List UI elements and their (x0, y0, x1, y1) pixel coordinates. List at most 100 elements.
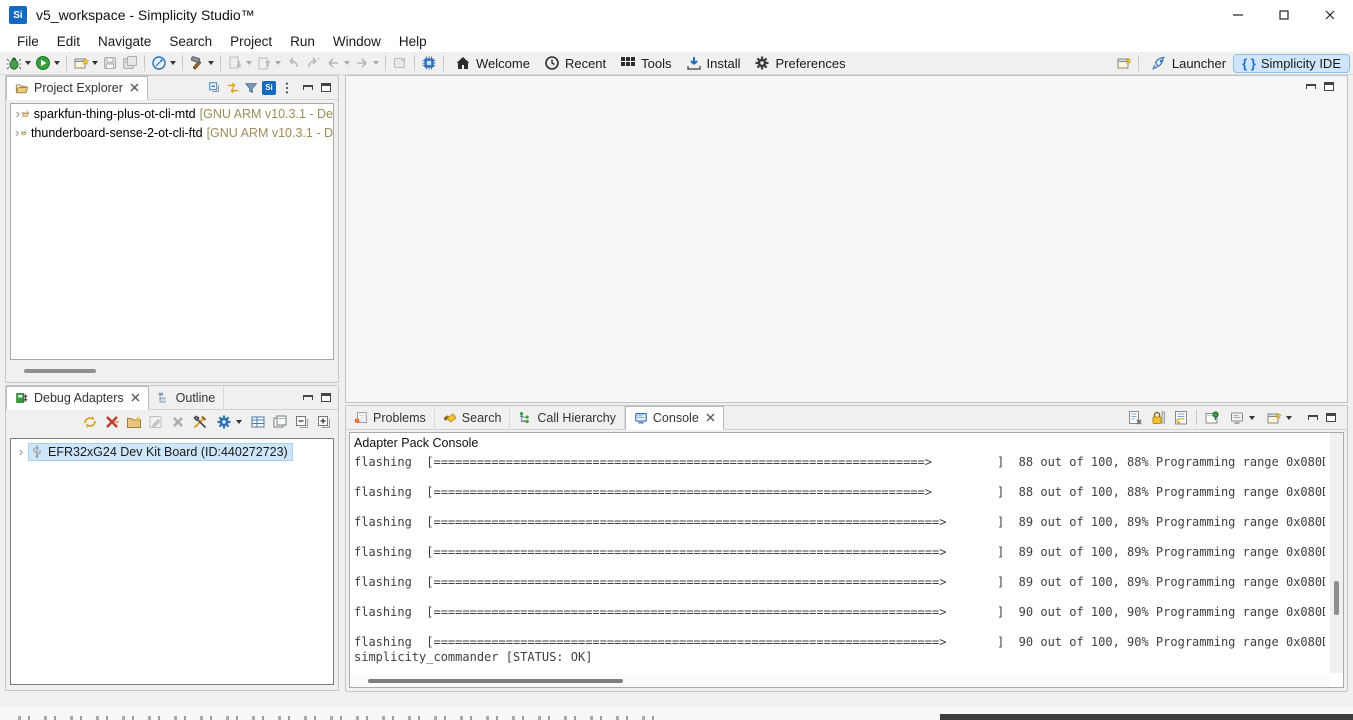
tab-project-explorer[interactable]: Project Explorer (6, 76, 148, 100)
tab-call-hierarchy[interactable]: Call Hierarchy (510, 406, 625, 430)
selected-adapter-row[interactable]: EFR32xG24 Dev Kit Board (ID:440272723) (29, 444, 292, 460)
tree-item-project[interactable]: › C thunderboard-sense-2-ot-cli-ftd [GNU… (11, 123, 333, 142)
recent-button[interactable]: Recent (537, 54, 613, 72)
dropdown-arrow-icon[interactable] (1249, 416, 1255, 420)
dropdown-arrow-icon[interactable] (275, 61, 281, 65)
maximize-editor-button[interactable] (1324, 82, 1334, 91)
run-button[interactable] (33, 54, 62, 72)
refresh-icon[interactable] (82, 414, 98, 430)
project-explorer-hscrollbar[interactable] (10, 364, 334, 378)
clear-console-icon[interactable] (1127, 410, 1143, 426)
collapse-all-button[interactable] (206, 80, 224, 96)
tab-search[interactable]: Search (435, 406, 511, 430)
new-wizard-button[interactable] (71, 54, 100, 72)
dropdown-arrow-icon[interactable] (1286, 416, 1292, 420)
menu-run[interactable]: Run (281, 32, 324, 51)
maximize-view-button[interactable] (321, 393, 331, 402)
expand-all-icon[interactable] (316, 414, 332, 430)
adapter-settings-button[interactable] (214, 413, 244, 431)
scroll-lock-icon[interactable] (1150, 410, 1166, 426)
delete-icon[interactable] (170, 414, 186, 430)
rename-icon[interactable] (148, 414, 164, 430)
dropdown-arrow-icon[interactable] (170, 61, 176, 65)
new-group-icon[interactable] (126, 414, 142, 430)
dropdown-arrow-icon[interactable] (236, 420, 242, 424)
console-hscrollbar[interactable] (350, 674, 1330, 687)
preferences-button[interactable]: Preferences (747, 54, 852, 72)
minimize-view-button[interactable] (303, 395, 313, 400)
last-edit-location-button[interactable] (225, 54, 254, 72)
dropdown-arrow-icon[interactable] (208, 61, 214, 65)
minimize-button[interactable] (1215, 0, 1261, 30)
dropdown-arrow-icon[interactable] (92, 61, 98, 65)
view-menu-button[interactable] (278, 80, 296, 96)
dropdown-arrow-icon[interactable] (25, 61, 31, 65)
dropdown-arrow-icon[interactable] (246, 61, 252, 65)
chevron-right-icon[interactable]: › (15, 125, 19, 140)
build-button[interactable] (187, 54, 216, 72)
link-with-editor-button[interactable] (224, 80, 242, 96)
tools-button[interactable]: Tools (613, 54, 678, 72)
chevron-right-icon[interactable]: › (15, 444, 27, 459)
maximize-view-button[interactable] (321, 83, 331, 92)
simplicity-view-button[interactable]: Si (260, 80, 278, 96)
debug-button[interactable] (4, 54, 33, 72)
filter-button[interactable] (242, 80, 260, 96)
close-button[interactable] (1307, 0, 1353, 30)
next-edit-location-button[interactable] (254, 54, 283, 72)
tab-problems[interactable]: Problems (346, 406, 435, 430)
chevron-right-icon[interactable]: › (15, 106, 20, 121)
minimize-editor-button[interactable] (1306, 84, 1316, 89)
pin-editor-button[interactable] (390, 54, 410, 72)
device-configuration-button[interactable] (419, 54, 439, 72)
perspective-simplicity-ide-button[interactable]: { } Simplicity IDE (1234, 55, 1349, 72)
dropdown-arrow-icon[interactable] (54, 61, 60, 65)
tab-outline[interactable]: Outline (149, 386, 225, 410)
tab-console[interactable]: Console (625, 406, 724, 430)
menu-help[interactable]: Help (390, 32, 436, 51)
disconnect-icon[interactable] (104, 414, 120, 430)
menu-search[interactable]: Search (160, 32, 221, 51)
save-button[interactable] (100, 54, 120, 72)
word-wrap-icon[interactable] (1173, 410, 1189, 426)
save-all-button[interactable] (120, 54, 140, 72)
flash-programmer-button[interactable] (149, 54, 178, 72)
pin-console-icon[interactable] (1204, 410, 1220, 426)
menu-file[interactable]: File (8, 32, 48, 51)
install-button[interactable]: Install (679, 54, 748, 72)
forward-history-button[interactable] (303, 54, 323, 72)
forward-button[interactable] (352, 54, 381, 72)
dropdown-arrow-icon[interactable] (373, 61, 379, 65)
perspective-launcher-button[interactable]: Launcher (1143, 54, 1234, 72)
close-icon[interactable] (131, 393, 140, 402)
copy-view-icon[interactable] (272, 414, 288, 430)
minimize-view-button[interactable] (303, 85, 313, 90)
tree-item-adapter[interactable]: › EFR32xG24 Dev Kit Board (ID:440272723) (11, 442, 333, 461)
table-view-icon[interactable] (250, 414, 266, 430)
maximize-view-button[interactable] (1326, 413, 1336, 422)
maximize-button[interactable] (1261, 0, 1307, 30)
display-console-button[interactable] (1227, 409, 1257, 427)
back-button[interactable] (323, 54, 352, 72)
menu-navigate[interactable]: Navigate (89, 32, 160, 51)
welcome-button[interactable]: Welcome (448, 54, 537, 72)
scrollbar-thumb[interactable] (1334, 581, 1339, 615)
close-icon[interactable] (130, 83, 139, 92)
back-history-button[interactable] (283, 54, 303, 72)
menu-edit[interactable]: Edit (48, 32, 89, 51)
adapter-tools-icon[interactable] (192, 414, 208, 430)
tab-debug-adapters[interactable]: Debug Adapters (6, 386, 149, 410)
close-icon[interactable] (706, 413, 715, 422)
menu-project[interactable]: Project (221, 32, 281, 51)
collapse-all-icon[interactable] (294, 414, 310, 430)
console-output[interactable]: flashing [==============================… (350, 451, 1325, 665)
open-perspective-button[interactable] (1114, 54, 1134, 72)
console-vscrollbar[interactable] (1330, 433, 1343, 673)
dropdown-arrow-icon[interactable] (344, 61, 350, 65)
open-console-button[interactable] (1264, 409, 1294, 427)
scrollbar-thumb[interactable] (24, 369, 96, 373)
tree-item-project[interactable]: › C sparkfun-thing-plus-ot-cli-mtd [GNU … (11, 104, 333, 123)
menu-window[interactable]: Window (324, 32, 390, 51)
minimize-view-button[interactable] (1308, 415, 1318, 420)
scrollbar-thumb[interactable] (368, 679, 623, 683)
